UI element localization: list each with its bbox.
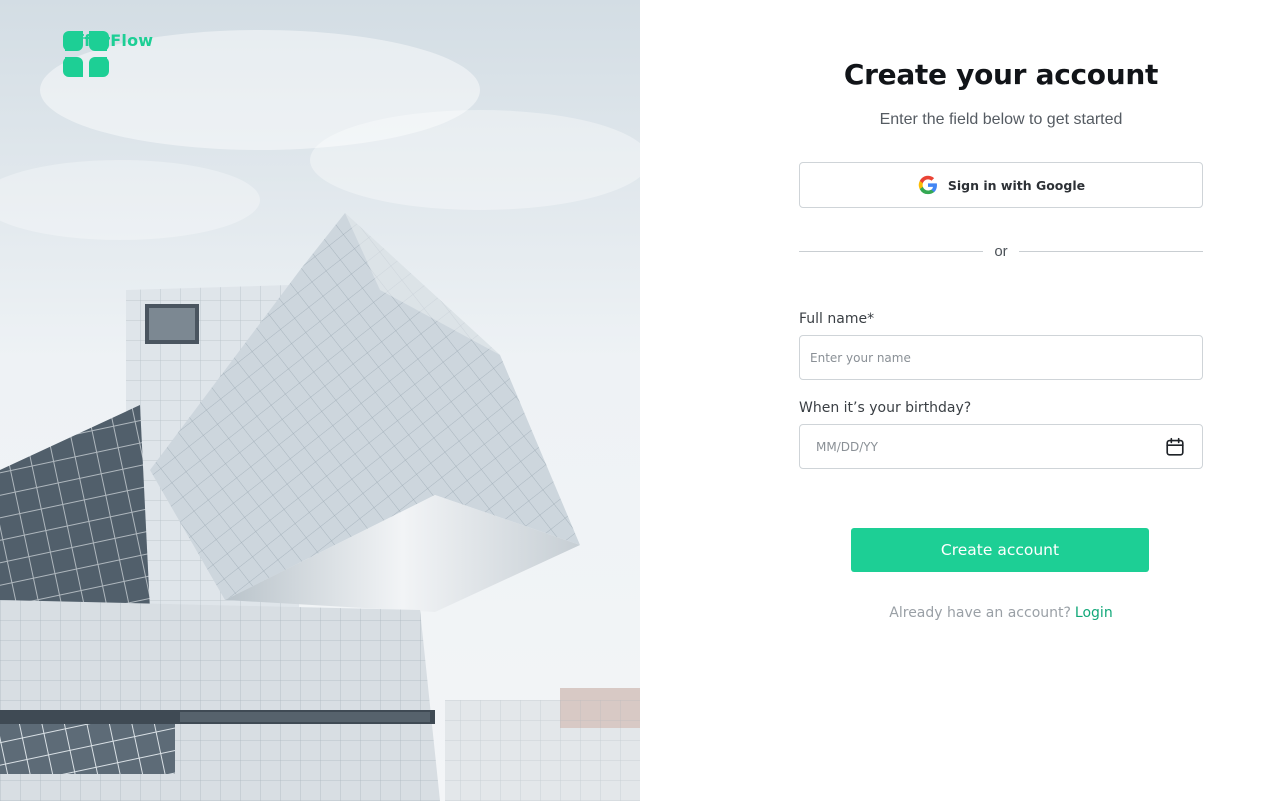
signup-page: OfferFlow Create your account Enter the … — [0, 0, 1281, 801]
page-title: Create your account — [843, 58, 1159, 91]
hero-panel: OfferFlow — [0, 0, 640, 801]
create-account-button[interactable]: Create account — [851, 528, 1149, 572]
full-name-label: Full name* — [799, 311, 875, 327]
birthday-input[interactable] — [800, 425, 1202, 468]
building-illustration — [0, 0, 640, 801]
birthday-field — [799, 424, 1203, 469]
full-name-input[interactable] — [800, 336, 1202, 379]
login-prompt-row: Already have an account? Login — [799, 605, 1203, 621]
or-divider: or — [799, 241, 1203, 261]
page-subtitle: Enter the field below to get started — [879, 111, 1123, 128]
google-signin-button[interactable]: Sign in with Google — [799, 162, 1203, 208]
login-prompt-text: Already have an account? — [889, 605, 1071, 621]
birthday-label: When it’s your birthday? — [799, 400, 972, 416]
divider-line-left — [799, 250, 984, 252]
brand[interactable]: OfferFlow — [63, 31, 153, 77]
calendar-icon[interactable] — [1164, 436, 1186, 458]
google-signin-label: Sign in with Google — [947, 177, 1086, 193]
divider-line-right — [1018, 250, 1203, 252]
google-icon — [918, 175, 937, 195]
divider-text: or — [994, 242, 1008, 260]
offerflow-logo-icon — [63, 31, 109, 77]
full-name-field — [799, 335, 1203, 380]
login-link[interactable]: Login — [1075, 605, 1113, 621]
